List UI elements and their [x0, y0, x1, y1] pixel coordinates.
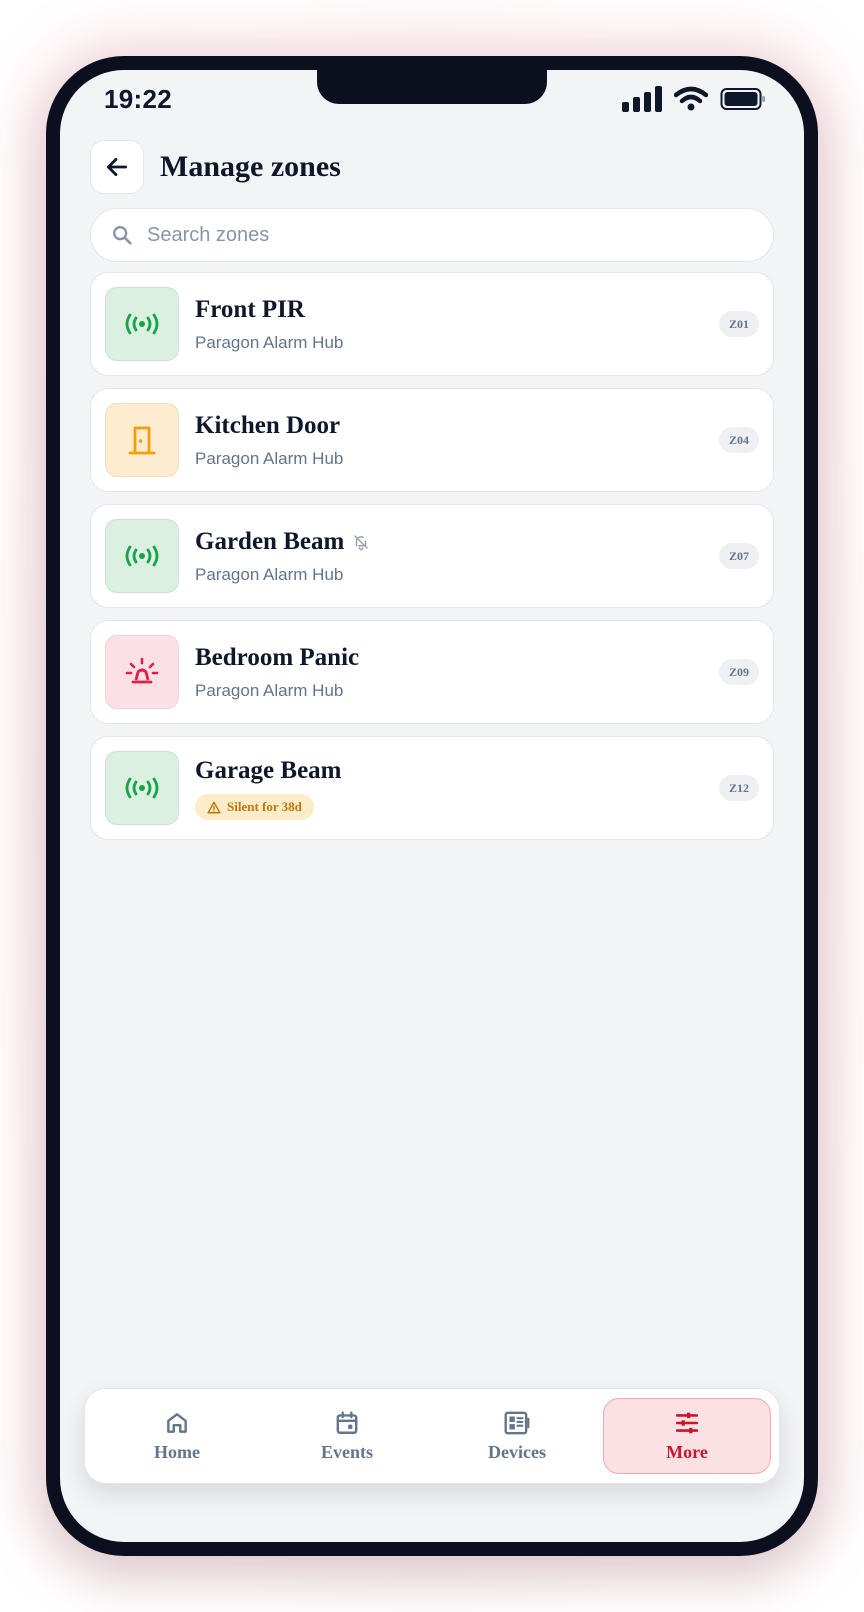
- notch: [317, 70, 547, 104]
- battery-icon: [720, 88, 765, 110]
- motion-sensor-icon: [125, 545, 159, 567]
- silent-warning-pill: Silent for 38d: [195, 794, 314, 820]
- zone-name-label: Kitchen Door: [195, 412, 341, 439]
- search-icon: [113, 226, 132, 245]
- nav-home-label: Home: [154, 1441, 200, 1462]
- status-time: 19:22: [104, 84, 172, 114]
- nav-more[interactable]: More: [603, 1398, 771, 1474]
- calendar-icon: [336, 1411, 358, 1434]
- zone-icon-tile: [105, 519, 179, 593]
- zone-id-badge: Z04: [718, 427, 759, 453]
- zone-icon-tile: [105, 635, 179, 709]
- zone-card-kitchen-door[interactable]: Kitchen Door Paragon Alarm Hub Z04: [90, 388, 774, 492]
- zone-card-front-pir[interactable]: Front PIR Paragon Alarm Hub Z01: [90, 272, 774, 376]
- nav-events[interactable]: Events: [263, 1398, 431, 1474]
- back-button[interactable]: [90, 140, 144, 194]
- zone-name: Garden Beam: [195, 527, 370, 557]
- zone-card-garage-beam[interactable]: Garage Beam Silent for 38d Z12: [90, 736, 774, 840]
- zone-text: Bedroom Panic Paragon Alarm Hub: [195, 643, 359, 701]
- siren-icon: [125, 657, 159, 684]
- warning-triangle-icon: [207, 801, 221, 813]
- zone-icon-tile: [105, 751, 179, 825]
- zone-name-label: Bedroom Panic: [195, 644, 360, 671]
- zone-list: Front PIR Paragon Alarm Hub Z01 Kitchen …: [90, 272, 774, 852]
- zone-name: Bedroom Panic: [195, 643, 359, 673]
- wifi-icon: [674, 86, 708, 111]
- zone-hub: Paragon Alarm Hub: [195, 333, 344, 352]
- motion-sensor-icon: [125, 777, 159, 799]
- home-icon: [167, 1412, 187, 1433]
- zone-id-badge: Z07: [718, 543, 759, 569]
- zone-name-label: Garage Beam: [195, 757, 342, 784]
- zone-name-label: Garden Beam: [195, 528, 345, 555]
- zone-name-label: Front PIR: [195, 296, 305, 323]
- status-icons: [622, 86, 766, 112]
- zone-name: Garage Beam: [195, 756, 341, 786]
- nav-devices-label: Devices: [488, 1441, 546, 1462]
- zone-icon-tile: [105, 287, 179, 361]
- search-input[interactable]: [147, 223, 707, 247]
- zone-card-bedroom-panic[interactable]: Bedroom Panic Paragon Alarm Hub Z09: [90, 620, 774, 724]
- zone-hub: Paragon Alarm Hub: [195, 565, 344, 584]
- zone-icon-tile: [105, 403, 179, 477]
- zone-id-badge: Z01: [718, 311, 759, 337]
- zone-text: Garden Beam Paragon Alarm Hub: [195, 527, 370, 585]
- silent-warning-text: Silent for 38d: [227, 799, 302, 814]
- zone-card-garden-beam[interactable]: Garden Beam Paragon Alarm Hub Z07: [90, 504, 774, 608]
- phone-frame: 19:22 Manage zones Search zones Front PI…: [46, 56, 818, 1556]
- zone-text: Garage Beam Silent for 38d: [195, 756, 341, 820]
- bottom-nav: Home Events Devices More: [84, 1388, 780, 1484]
- zone-id-badge: Z12: [718, 775, 759, 801]
- zone-name: Front PIR: [195, 295, 343, 325]
- arrow-left-icon: [106, 158, 128, 176]
- nav-more-label: More: [666, 1441, 708, 1462]
- motion-sensor-icon: [125, 313, 159, 335]
- door-icon: [128, 426, 156, 455]
- sliders-icon: [675, 1412, 699, 1433]
- signal-icon: [622, 86, 662, 112]
- zone-text: Front PIR Paragon Alarm Hub: [195, 295, 343, 353]
- nav-devices[interactable]: Devices: [433, 1398, 601, 1474]
- search-bar[interactable]: [90, 208, 774, 262]
- zone-hub: Paragon Alarm Hub: [195, 449, 344, 468]
- bell-off-icon: [354, 535, 369, 551]
- phone-screen: 19:22 Manage zones Search zones Front PI…: [60, 70, 804, 1542]
- zone-text: Kitchen Door Paragon Alarm Hub: [195, 411, 343, 469]
- devices-icon: [504, 1411, 530, 1434]
- page-title: Manage zones: [160, 150, 341, 183]
- zone-name: Kitchen Door: [195, 411, 343, 441]
- zone-id-badge: Z09: [718, 659, 759, 685]
- zone-hub: Paragon Alarm Hub: [195, 681, 344, 700]
- header: Manage zones: [90, 140, 341, 194]
- nav-home[interactable]: Home: [93, 1398, 261, 1474]
- nav-events-label: Events: [320, 1441, 373, 1462]
